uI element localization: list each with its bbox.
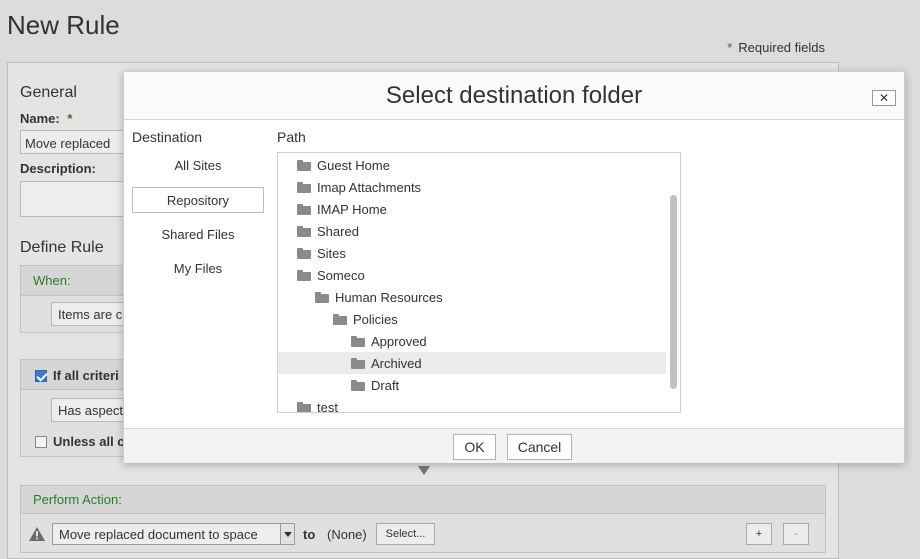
folder-icon bbox=[297, 225, 311, 237]
to-label: to bbox=[303, 527, 316, 542]
folder-tree-item[interactable]: Imap Attachments bbox=[278, 176, 666, 198]
ok-button[interactable]: OK bbox=[453, 434, 496, 460]
folder-icon bbox=[297, 203, 311, 215]
dialog-title: Select destination folder bbox=[385, 82, 643, 109]
destination-option-all-sites[interactable]: All Sites bbox=[132, 153, 264, 179]
name-label-text: Name: bbox=[20, 111, 60, 126]
folder-tree-item[interactable]: Guest Home bbox=[278, 154, 666, 176]
perform-action-header: Perform Action: bbox=[21, 486, 825, 514]
close-dialog-button[interactable]: ✕ bbox=[872, 90, 896, 106]
description-input[interactable] bbox=[20, 181, 124, 217]
if-all-criteria-row[interactable]: If all criteri bbox=[35, 368, 119, 383]
close-icon: ✕ bbox=[878, 91, 890, 105]
folder-tree-item[interactable]: IMAP Home bbox=[278, 198, 666, 220]
when-label: When: bbox=[33, 273, 71, 288]
folder-name: Human Resources bbox=[335, 289, 443, 305]
select-destination-button[interactable]: Select... bbox=[376, 523, 435, 545]
select-destination-dialog: Select destination folder ✕ Destination … bbox=[123, 71, 905, 463]
dialog-footer: OK Cancel bbox=[124, 428, 904, 463]
tree-scrollbar-thumb[interactable] bbox=[670, 195, 677, 389]
folder-name: Approved bbox=[371, 333, 427, 349]
page-title: New Rule bbox=[7, 10, 120, 40]
folder-icon bbox=[315, 291, 329, 303]
add-action-button[interactable]: + bbox=[746, 523, 772, 545]
name-required-star: * bbox=[67, 111, 73, 126]
required-star: * bbox=[727, 40, 733, 55]
folder-tree-item[interactable]: Shared bbox=[278, 220, 666, 242]
if-all-criteria-label: If all criteri bbox=[53, 368, 119, 383]
tree-scrollbar[interactable] bbox=[669, 157, 678, 409]
folder-icon bbox=[351, 357, 365, 369]
destination-option-my-files[interactable]: My Files bbox=[132, 256, 264, 282]
folder-tree-item[interactable]: Sites bbox=[278, 242, 666, 264]
folder-name: Imap Attachments bbox=[317, 179, 422, 195]
flow-down-arrow-icon bbox=[418, 466, 430, 475]
define-rule-heading: Define Rule bbox=[20, 239, 104, 256]
if-all-criteria-checkbox[interactable] bbox=[35, 369, 47, 382]
folder-name: test bbox=[317, 399, 338, 413]
destination-option-repository[interactable]: Repository bbox=[132, 187, 264, 213]
folder-icon bbox=[297, 401, 311, 412]
folder-name: IMAP Home bbox=[317, 201, 387, 217]
path-label: Path bbox=[277, 129, 306, 145]
name-input[interactable]: Move replaced bbox=[20, 130, 124, 154]
folder-icon bbox=[297, 247, 311, 259]
folder-tree: Guest Home Imap Attachments IMAP Home Share… bbox=[277, 152, 681, 413]
cancel-button[interactable]: Cancel bbox=[507, 434, 572, 460]
folder-name: Guest Home bbox=[317, 157, 390, 173]
folder-tree-item[interactable]: Human Resources bbox=[278, 286, 666, 308]
general-heading: General bbox=[20, 84, 77, 101]
unless-all-criteria-row[interactable]: Unless all c bbox=[35, 434, 125, 449]
folder-name: Draft bbox=[371, 377, 400, 393]
folder-icon bbox=[333, 313, 347, 325]
required-fields-note: * Required fields bbox=[727, 40, 825, 55]
folder-icon bbox=[351, 379, 365, 391]
unless-all-criteria-checkbox[interactable] bbox=[35, 435, 47, 448]
destination-option-shared-files[interactable]: Shared Files bbox=[132, 222, 264, 248]
destination-none-label: (None) bbox=[327, 527, 367, 542]
folder-tree-item[interactable]: Someco bbox=[278, 264, 666, 286]
action-select-value: Move replaced document to space bbox=[59, 527, 258, 542]
folder-tree-item[interactable]: Archived bbox=[278, 352, 666, 374]
warning-icon bbox=[29, 527, 45, 541]
remove-action-button[interactable]: - bbox=[783, 523, 809, 545]
folder-name: Policies bbox=[353, 311, 398, 327]
folder-tree-item[interactable]: test bbox=[278, 396, 666, 413]
folder-icon bbox=[351, 335, 365, 347]
perform-action-band: Perform Action: Move replaced document t… bbox=[20, 485, 826, 553]
action-select[interactable]: Move replaced document to space bbox=[52, 523, 295, 545]
when-select[interactable]: Items are c bbox=[51, 302, 125, 326]
dialog-header: Select destination folder ✕ bbox=[124, 72, 904, 120]
name-label: Name: * bbox=[20, 111, 72, 126]
folder-tree-item[interactable]: Policies bbox=[278, 308, 666, 330]
folder-name: Sites bbox=[317, 245, 346, 261]
folder-name: Shared bbox=[317, 223, 359, 239]
unless-all-criteria-label: Unless all c bbox=[53, 434, 125, 449]
folder-icon bbox=[297, 159, 311, 171]
perform-action-label: Perform Action: bbox=[33, 492, 122, 507]
has-aspect-select[interactable]: Has aspect bbox=[51, 398, 125, 422]
chevron-down-icon[interactable] bbox=[280, 524, 294, 544]
folder-name: Someco bbox=[317, 267, 365, 283]
folder-name: Archived bbox=[371, 355, 422, 371]
description-label: Description: bbox=[20, 161, 96, 176]
folder-tree-item[interactable]: Draft bbox=[278, 374, 666, 396]
folder-tree-item[interactable]: Approved bbox=[278, 330, 666, 352]
folder-icon bbox=[297, 181, 311, 193]
required-fields-label: Required fields bbox=[738, 40, 825, 55]
destination-label: Destination bbox=[132, 129, 203, 145]
folder-icon bbox=[297, 269, 311, 281]
